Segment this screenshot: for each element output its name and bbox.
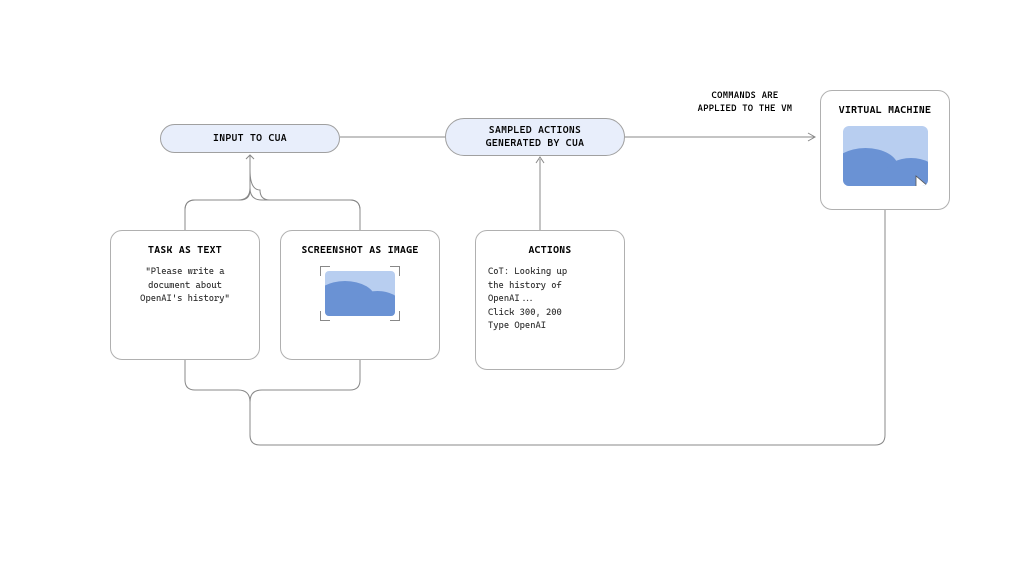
screenshot-title: SCREENSHOT AS IMAGE bbox=[293, 245, 427, 256]
actions-body: CoT: Looking up the history of OpenAI...… bbox=[488, 266, 612, 334]
box-screenshot: SCREENSHOT AS IMAGE bbox=[280, 230, 440, 360]
arrow-sampled-to-vm bbox=[625, 132, 825, 142]
box-actions: ACTIONS CoT: Looking up the history of O… bbox=[475, 230, 625, 370]
brace-inputs bbox=[110, 155, 440, 230]
pill-sampled-actions: SAMPLED ACTIONS GENERATED BY CUA bbox=[445, 118, 625, 156]
task-title: TASK AS TEXT bbox=[123, 245, 247, 256]
arrow-actions-to-sampled bbox=[530, 155, 550, 230]
box-task-as-text: TASK AS TEXT "Please write a document ab… bbox=[110, 230, 260, 360]
pill-input-to-cua: INPUT TO CUA bbox=[160, 124, 340, 153]
vm-screenshot-icon bbox=[843, 126, 928, 186]
label-commands: COMMANDS ARE APPLIED TO THE VM bbox=[670, 90, 820, 115]
pill-input-label: INPUT TO CUA bbox=[213, 133, 287, 144]
pill-sampled-label: SAMPLED ACTIONS GENERATED BY CUA bbox=[486, 125, 585, 149]
screenshot-icon bbox=[320, 266, 400, 321]
actions-title: ACTIONS bbox=[488, 245, 612, 256]
brace-inputs-bottom bbox=[110, 360, 440, 420]
vm-title: VIRTUAL MACHINE bbox=[833, 105, 937, 116]
box-virtual-machine: VIRTUAL MACHINE bbox=[820, 90, 950, 210]
arrow-input-to-sampled bbox=[340, 132, 450, 142]
task-body: "Please write a document about OpenAI's … bbox=[123, 266, 247, 307]
